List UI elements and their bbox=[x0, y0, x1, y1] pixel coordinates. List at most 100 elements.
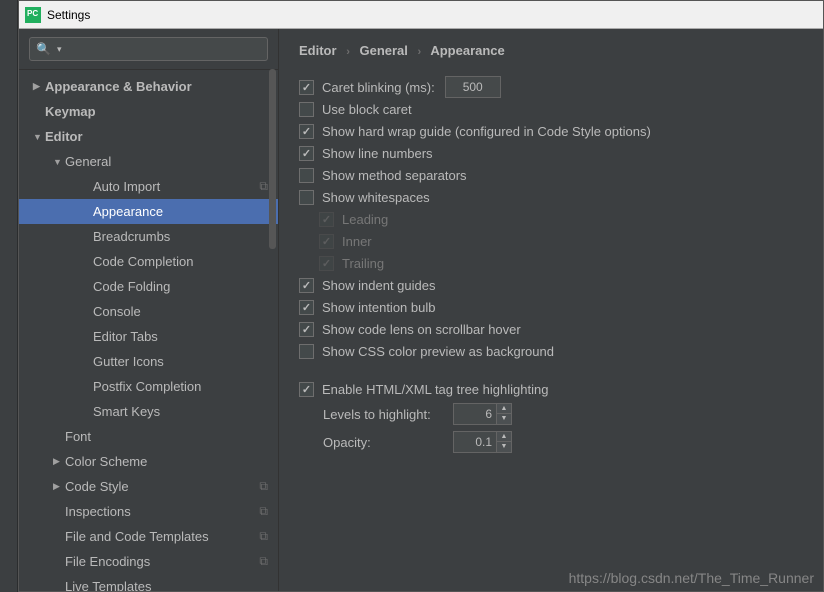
css-preview-row: Show CSS color preview as background bbox=[299, 340, 803, 362]
tree-item-code-style[interactable]: Code Style⧉ bbox=[19, 474, 278, 499]
line-numbers-checkbox[interactable] bbox=[299, 146, 314, 161]
tree-item-code-folding[interactable]: Code Folding bbox=[19, 274, 278, 299]
tree-item-general[interactable]: General bbox=[19, 149, 278, 174]
caret-blinking-checkbox[interactable] bbox=[299, 80, 314, 95]
tree-item-file-and-code-templates[interactable]: File and Code Templates⧉ bbox=[19, 524, 278, 549]
tree-item-appearance-behavior[interactable]: Appearance & Behavior bbox=[19, 74, 278, 99]
settings-window: Settings 🔍 ▾ Appearance & Behavior Keymap… bbox=[18, 0, 824, 592]
search-input[interactable]: 🔍 ▾ bbox=[29, 37, 268, 61]
caret-blinking-input[interactable] bbox=[445, 76, 501, 98]
titlebar[interactable]: Settings bbox=[19, 1, 823, 29]
tree-item-auto-import[interactable]: Auto Import⧉ bbox=[19, 174, 278, 199]
tree-item-gutter-icons[interactable]: Gutter Icons bbox=[19, 349, 278, 374]
css-preview-checkbox[interactable] bbox=[299, 344, 314, 359]
levels-input[interactable] bbox=[453, 403, 497, 425]
block-caret-checkbox[interactable] bbox=[299, 102, 314, 117]
line-numbers-row: Show line numbers bbox=[299, 142, 803, 164]
tree-item-label: Editor bbox=[45, 129, 278, 144]
tree-item-label: Keymap bbox=[45, 104, 278, 119]
tree-item-postfix-completion[interactable]: Postfix Completion bbox=[19, 374, 278, 399]
opacity-up-button[interactable]: ▲ bbox=[497, 432, 511, 442]
chevron-down-icon: ▾ bbox=[57, 44, 62, 55]
method-sep-checkbox[interactable] bbox=[299, 168, 314, 183]
chevron-right-icon[interactable] bbox=[33, 81, 45, 92]
tree-item-inspections[interactable]: Inspections⧉ bbox=[19, 499, 278, 524]
chevron-right-icon: › bbox=[418, 46, 422, 58]
ws-leading-checkbox bbox=[319, 212, 334, 227]
opacity-label: Opacity: bbox=[323, 435, 453, 450]
chevron-down-icon[interactable] bbox=[53, 157, 65, 167]
tree-item-label: Inspections bbox=[65, 504, 259, 519]
tree-item-editor[interactable]: Editor bbox=[19, 124, 278, 149]
tree-item-editor-tabs[interactable]: Editor Tabs bbox=[19, 324, 278, 349]
tree-item-label: Postfix Completion bbox=[93, 379, 278, 394]
project-scope-icon: ⧉ bbox=[259, 479, 268, 494]
tree-item-label: Code Completion bbox=[93, 254, 278, 269]
project-scope-icon: ⧉ bbox=[259, 179, 268, 194]
indent-guides-label: Show indent guides bbox=[322, 278, 435, 293]
search-icon: 🔍 bbox=[36, 42, 51, 56]
levels-up-button[interactable]: ▲ bbox=[497, 404, 511, 414]
tag-tree-row: Enable HTML/XML tag tree highlighting bbox=[299, 378, 803, 400]
chevron-right-icon[interactable] bbox=[53, 456, 65, 467]
intention-bulb-checkbox[interactable] bbox=[299, 300, 314, 315]
tree-item-label: Smart Keys bbox=[93, 404, 278, 419]
chevron-right-icon: › bbox=[346, 46, 350, 58]
ide-left-strip bbox=[0, 0, 18, 592]
code-lens-checkbox[interactable] bbox=[299, 322, 314, 337]
tree-item-keymap[interactable]: Keymap bbox=[19, 99, 278, 124]
block-caret-label: Use block caret bbox=[322, 102, 412, 117]
chevron-down-icon[interactable] bbox=[33, 132, 45, 142]
tree-item-label: File and Code Templates bbox=[65, 529, 259, 544]
opacity-down-button[interactable]: ▼ bbox=[497, 442, 511, 452]
hard-wrap-row: Show hard wrap guide (configured in Code… bbox=[299, 120, 803, 142]
method-sep-row: Show method separators bbox=[299, 164, 803, 186]
opacity-input[interactable] bbox=[453, 431, 497, 453]
search-row: 🔍 ▾ bbox=[19, 29, 278, 70]
whitespace-checkbox[interactable] bbox=[299, 190, 314, 205]
tree-item-file-encodings[interactable]: File Encodings⧉ bbox=[19, 549, 278, 574]
ws-inner-row: Inner bbox=[319, 230, 803, 252]
tree-item-code-completion[interactable]: Code Completion bbox=[19, 249, 278, 274]
ws-inner-label: Inner bbox=[342, 234, 372, 249]
tree-item-label: Appearance bbox=[93, 204, 278, 219]
code-lens-row: Show code lens on scrollbar hover bbox=[299, 318, 803, 340]
window-title: Settings bbox=[47, 8, 90, 22]
tree-item-label: General bbox=[65, 154, 278, 169]
tree-item-breadcrumbs[interactable]: Breadcrumbs bbox=[19, 224, 278, 249]
watermark: https://blog.csdn.net/The_Time_Runner bbox=[569, 570, 814, 586]
tree-item-label: Color Scheme bbox=[65, 454, 278, 469]
settings-sidebar: 🔍 ▾ Appearance & Behavior Keymap Editor Gen… bbox=[19, 29, 279, 591]
tree-item-appearance[interactable]: Appearance bbox=[19, 199, 278, 224]
line-numbers-label: Show line numbers bbox=[322, 146, 433, 161]
tree-item-smart-keys[interactable]: Smart Keys bbox=[19, 399, 278, 424]
tree-item-label: Code Folding bbox=[93, 279, 278, 294]
hard-wrap-label: Show hard wrap guide (configured in Code… bbox=[322, 124, 651, 139]
tree-item-label: Breadcrumbs bbox=[93, 229, 278, 244]
indent-guides-checkbox[interactable] bbox=[299, 278, 314, 293]
crumb-general[interactable]: General bbox=[359, 43, 407, 58]
project-scope-icon: ⧉ bbox=[259, 504, 268, 519]
levels-down-button[interactable]: ▼ bbox=[497, 414, 511, 424]
tree-item-label: Editor Tabs bbox=[93, 329, 278, 344]
ws-trailing-label: Trailing bbox=[342, 256, 384, 271]
breadcrumb: Editor › General › Appearance bbox=[299, 43, 803, 58]
caret-blinking-row: Caret blinking (ms): bbox=[299, 76, 803, 98]
chevron-right-icon[interactable] bbox=[53, 481, 65, 492]
tree-item-font[interactable]: Font bbox=[19, 424, 278, 449]
tree-item-color-scheme[interactable]: Color Scheme bbox=[19, 449, 278, 474]
scrollbar-thumb[interactable] bbox=[269, 69, 276, 249]
app-icon bbox=[25, 7, 41, 23]
code-lens-label: Show code lens on scrollbar hover bbox=[322, 322, 521, 337]
tree-item-console[interactable]: Console bbox=[19, 299, 278, 324]
settings-tree[interactable]: Appearance & Behavior Keymap Editor General… bbox=[19, 70, 278, 591]
tree-item-label: Console bbox=[93, 304, 278, 319]
tag-tree-label: Enable HTML/XML tag tree highlighting bbox=[322, 382, 548, 397]
tree-item-label: Auto Import bbox=[93, 179, 259, 194]
tree-item-live-templates[interactable]: Live Templates bbox=[19, 574, 278, 591]
levels-row: Levels to highlight: ▲ ▼ bbox=[323, 400, 803, 428]
crumb-editor[interactable]: Editor bbox=[299, 43, 337, 58]
hard-wrap-checkbox[interactable] bbox=[299, 124, 314, 139]
css-preview-label: Show CSS color preview as background bbox=[322, 344, 554, 359]
tag-tree-checkbox[interactable] bbox=[299, 382, 314, 397]
